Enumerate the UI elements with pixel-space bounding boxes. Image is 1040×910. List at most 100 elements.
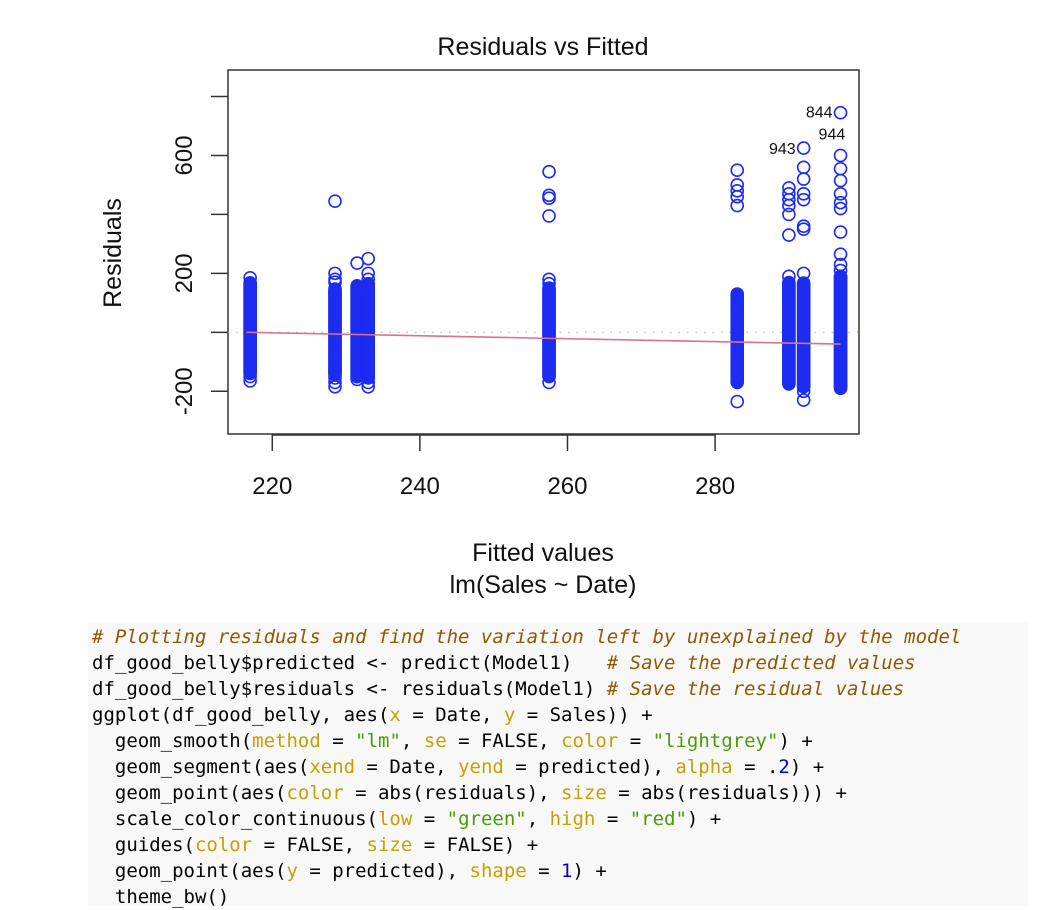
code-token-plain: , [526,808,550,830]
code-token-str: "lm" [355,730,401,752]
code-token-arg: xend [309,756,356,778]
point-label: 943 [769,141,796,158]
data-point [542,188,556,203]
code-line: geom_point(aes(y = predicted), shape = 1… [92,858,1028,884]
x-axis-sublabel: lm(Sales ~ Date) [450,571,637,599]
code-token-arg: color [561,730,619,752]
code-token-comment: # Save the residual values [606,678,905,700]
data-point [361,251,376,266]
data-point [796,160,811,175]
data-point [833,173,848,188]
code-token-arg: y [503,704,516,726]
code-token-plain: = Date, [400,704,504,726]
code-token-plain: = abs(residuals))) + [606,782,847,804]
code-token-plain: = FALSE) + [412,834,539,856]
code-token-arg: y [286,860,298,882]
code-token-comment: # Save the predicted values [606,652,916,674]
code-token-str: "green" [446,808,527,830]
code-token-plain: = FALSE, [446,730,562,752]
code-token-arg: x [389,704,401,726]
data-point [782,228,796,242]
data-point [328,194,342,208]
code-token-str: "red" [629,808,687,830]
code-token-num: 2 [778,756,790,778]
code-token-plain: ) + [686,808,722,830]
code-line: theme_bw() [92,884,1028,910]
x-tick-label: 280 [695,473,735,500]
code-line: ggplot(df_good_belly, aes(x = Date, y = … [92,702,1028,728]
data-point [782,207,796,222]
code-token-arg: shape [469,860,527,882]
code-token-plain: = predicted), [297,860,470,882]
code-line: df_good_belly$residuals <- residuals(Mod… [92,676,1028,702]
code-line: # Plotting residuals and find the variat… [92,624,1028,650]
code-token-plain: guides( [92,834,195,856]
code-token-plain: , [400,730,424,752]
data-point [542,191,556,206]
code-line: geom_point(aes(color = abs(residuals), s… [92,780,1028,806]
code-token-plain: = FALSE, [252,834,367,856]
code-token-arg: color [286,782,344,804]
data-point [833,148,848,163]
x-tick-label: 260 [547,473,587,500]
point-label: 944 [819,127,846,144]
code-token-plain: = abs(residuals), [343,782,562,804]
x-tick-label: 240 [400,473,440,500]
code-line: geom_smooth(method = "lm", se = FALSE, c… [92,728,1028,754]
code-line: df_good_belly$predicted <- predict(Model… [92,650,1028,676]
code-token-arg: method [252,730,321,752]
code-token-plain: theme_bw() [92,886,230,908]
data-point [796,172,811,186]
y-tick-label: -200 [171,367,198,415]
chart-title: Residuals vs Fitted [437,33,648,61]
code-line: scale_color_continuous(low = "green", hi… [92,806,1028,832]
data-point [833,161,848,176]
code-token-arg: size [366,834,413,856]
code-token-plain: ) + [572,860,607,882]
code-token-plain: = predicted), [503,756,676,778]
code-token-comment: # Plotting residuals and find the variat… [92,626,962,648]
y-tick-label: 200 [171,253,198,293]
data-point [350,256,364,270]
code-token-arg: color [194,834,253,856]
code-token-plain: = [526,860,562,882]
data-point [796,141,811,155]
code-token-arg: size [561,782,607,804]
code-token-plain: geom_point(aes( [92,782,287,804]
code-token-plain: df_good_belly$residuals <- residuals(Mod… [92,678,607,700]
code-token-arg: high [549,808,596,830]
x-axis-label: Fitted values [472,539,614,567]
code-token-plain: = [412,808,447,830]
code-token-plain: ggplot(df_good_belly, aes( [92,704,390,726]
residuals-vs-fitted-chart: Residuals vs Fitted 844 944 943 220 240 260 2… [99,33,860,599]
code-token-num: 1 [561,860,573,882]
data-point [730,394,745,409]
code-token-plain: = Date, [355,756,459,778]
points-layer: 844 944 943 [243,105,848,409]
data-point [730,198,745,213]
data-point [796,393,811,407]
code-token-plain: geom_smooth( [92,730,253,752]
code-token-str: "lightgrey" [652,730,779,752]
code-token-arg: yend [458,756,504,778]
code-token-plain: geom_point(aes( [92,860,287,882]
code-token-arg: low [377,808,413,830]
code-line: guides(color = FALSE, size = FALSE) + [92,832,1028,858]
code-line: geom_segment(aes(xend = Date, yend = pre… [92,754,1028,780]
code-token-arg: alpha [675,756,733,778]
data-point [796,219,811,234]
code-token-plain: = [618,730,653,752]
data-point [833,105,848,120]
data-point [542,164,556,179]
code-block: # Plotting residuals and find the variat… [88,622,1028,908]
data-point [833,225,848,239]
code-token-plain: ) + [789,756,825,778]
code-token-plain: = Sales)) + [515,704,653,726]
code-token-plain: = [320,730,356,752]
data-point [796,222,811,236]
code-token-arg: se [423,730,447,752]
code-token-plain: geom_segment(aes( [92,756,310,778]
data-point [730,163,745,178]
code-token-plain: = . [732,756,779,778]
code-token-plain: df_good_belly$predicted <- predict(Model… [92,652,607,674]
